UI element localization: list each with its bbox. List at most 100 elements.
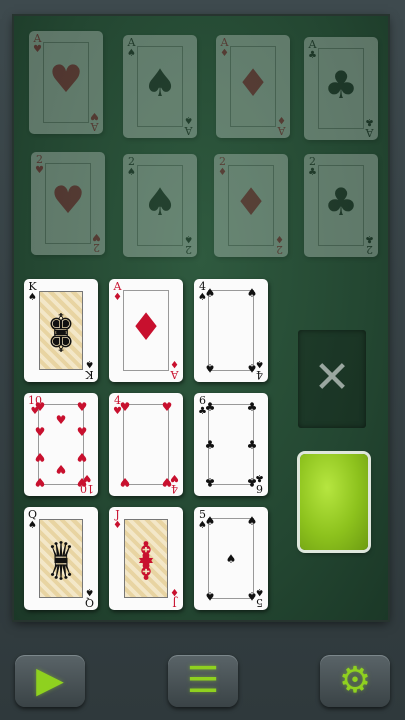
face-card-art: ♚ ♚ — [39, 291, 83, 370]
card-index-bottom: K ♠ — [85, 358, 94, 381]
suit-center-icon: ♥ — [48, 57, 84, 101]
play-button[interactable]: ▶ — [15, 655, 85, 707]
suit-icon: ♦ — [170, 586, 179, 597]
card-index-bottom: Q ♠ — [85, 586, 94, 609]
card-index-top: 2 ♦ — [218, 156, 227, 178]
card-rank: K — [85, 368, 94, 381]
suit-icon: ♠ — [184, 114, 193, 125]
face-card-art: ♝ ♝ — [124, 519, 168, 598]
card-index-bottom: 2 ♥ — [92, 231, 101, 254]
card-index-top: 2 ♣ — [308, 156, 317, 178]
card-index-bottom: A ♠ — [184, 114, 193, 137]
suit-icon: ♠ — [28, 292, 37, 303]
settings-button[interactable]: ⚙ — [320, 655, 390, 707]
card-index-top: A ♦ — [113, 281, 122, 303]
pip-area: ♠ ♠ ♠ ♠ — [205, 287, 258, 375]
menu-button[interactable]: ☰ — [168, 655, 238, 707]
suit-icon: ♦ — [113, 520, 122, 531]
grid-card-five-spades[interactable]: 5 ♠ 5 ♠ ♠ ♠ ♠ ♠ ♠ — [194, 507, 268, 610]
grid-card-ten-hearts[interactable]: 10 ♥ 10 ♥ ♥ ♥ ♥ ♥ ♥ ♥ ♥ ♥ ♥ ♥ — [24, 393, 98, 496]
suit-center-icon: ♠ — [142, 61, 178, 105]
card-rank: A — [365, 126, 374, 139]
suit-pip-icon: ♥ — [119, 400, 131, 414]
suit-pip-icon: ♣ — [204, 400, 216, 414]
suit-pip-icon: ♥ — [76, 424, 88, 439]
suit-pip-icon: ♠ — [246, 286, 258, 300]
grid-card-four-spades[interactable]: 4 ♠ 4 ♠ ♠ ♠ ♠ ♠ — [194, 279, 268, 382]
suit-pip-icon: ♥ — [76, 450, 88, 465]
suit-pip-icon: ♥ — [161, 400, 173, 414]
suit-pip-icon: ♣ — [204, 475, 216, 489]
suit-icon: ♦ — [218, 167, 227, 178]
card-index-top: 2 ♥ — [35, 154, 44, 176]
pip-area: ♣ ♣ ♣ ♣ ♣ ♣ — [205, 401, 258, 489]
face-figure-icon: ♛ — [47, 550, 75, 585]
suit-icon: ♠ — [85, 358, 94, 369]
card-index-bottom: 2 ♠ — [184, 233, 193, 256]
card-rank: A — [90, 120, 99, 133]
suit-pip-icon: ♣ — [204, 437, 216, 452]
grid-card-four-hearts[interactable]: 4 ♥ 4 ♥ ♥ ♥ ♥ ♥ — [109, 393, 183, 496]
card-index-bottom: 2 ♦ — [275, 233, 284, 256]
pip-area: ♠ ♠ ♠ ♠ ♠ — [205, 515, 258, 603]
grid-card-six-clubs[interactable]: 6 ♣ 6 ♣ ♣ ♣ ♣ ♣ ♣ ♣ — [194, 393, 268, 496]
grid-card-ace-diamonds[interactable]: A ♦ A ♦ ♦ — [109, 279, 183, 382]
suit-icon: ♠ — [85, 586, 94, 597]
suit-icon: ♣ — [308, 167, 317, 178]
face-figure-icon: ♚ — [47, 322, 75, 357]
close-icon: ✕ — [313, 352, 351, 403]
suit-pip-icon: ♠ — [204, 514, 216, 528]
suit-icon: ♣ — [308, 50, 317, 61]
grid-card-jack-diamonds[interactable]: J ♦ J ♦ ♝ ♝ — [109, 507, 183, 610]
grid-card-king-spades[interactable]: K ♠ K ♠ ♚ ♚ — [24, 279, 98, 382]
suit-pip-icon: ♠ — [204, 589, 216, 603]
card-rank: J — [172, 596, 177, 609]
card-index-top: 2 ♠ — [127, 156, 136, 178]
gear-icon: ⚙ — [338, 660, 372, 701]
target-slot-clubs[interactable]: 2 ♣ 2 ♣ ♣ — [304, 154, 378, 257]
suit-icon: ♦ — [275, 233, 284, 244]
suit-icon: ♦ — [113, 292, 122, 303]
card-index-top: A ♠ — [127, 37, 136, 59]
card-index-bottom: A ♣ — [365, 116, 374, 139]
suit-icon: ♠ — [127, 167, 136, 178]
suit-icon: ♦ — [277, 114, 286, 125]
discard-slot[interactable]: ✕ — [298, 330, 366, 428]
suit-icon: ♥ — [92, 231, 101, 242]
suit-pip-icon: ♠ — [225, 551, 237, 566]
card-index-top: A ♦ — [220, 37, 229, 59]
card-index-bottom: A ♦ — [170, 358, 179, 381]
suit-pip-icon: ♠ — [246, 589, 258, 603]
suit-icon: ♦ — [170, 358, 179, 369]
card-rank: 2 — [366, 243, 374, 256]
card-index-top: K ♠ — [28, 281, 37, 303]
foundation-slot-clubs[interactable]: A ♣ A ♣ ♣ — [304, 37, 378, 140]
suit-icon: ♥ — [90, 110, 99, 121]
suit-pip-icon: ♥ — [34, 475, 46, 489]
target-slot-spades[interactable]: 2 ♠ 2 ♠ ♠ — [123, 154, 197, 257]
foundation-slot-diamonds[interactable]: A ♦ A ♦ ♦ — [216, 35, 290, 138]
card-index-bottom: A ♦ — [277, 114, 286, 137]
pip-area: ♥ ♥ ♥ ♥ ♥ ♥ ♥ ♥ ♥ ♥ — [35, 401, 88, 489]
target-slot-diamonds[interactable]: 2 ♦ 2 ♦ ♦ — [214, 154, 288, 257]
card-rank: 2 — [93, 241, 101, 254]
face-card-art: ♛ ♛ — [39, 519, 83, 598]
face-figure-icon: ♝ — [132, 550, 160, 585]
suit-pip-icon: ♥ — [119, 475, 131, 489]
target-slot-hearts[interactable]: 2 ♥ 2 ♥ ♥ — [31, 152, 105, 255]
suit-pip-icon: ♠ — [246, 514, 258, 528]
card-index-top: A ♥ — [33, 33, 42, 55]
foundation-slot-hearts[interactable]: A ♥ A ♥ ♥ — [29, 31, 103, 134]
suit-icon: ♦ — [220, 48, 229, 59]
card-index-top: J ♦ — [113, 509, 122, 531]
draw-deck[interactable] — [300, 454, 368, 550]
suit-center-icon: ♦ — [128, 305, 164, 349]
suit-pip-icon: ♣ — [246, 437, 258, 452]
foundation-slot-spades[interactable]: A ♠ A ♠ ♠ — [123, 35, 197, 138]
grid-card-queen-spades[interactable]: Q ♠ Q ♠ ♛ ♛ — [24, 507, 98, 610]
suit-pip-icon: ♥ — [34, 400, 46, 414]
suit-pip-icon: ♠ — [204, 361, 216, 375]
suit-pip-icon: ♠ — [246, 361, 258, 375]
suit-pip-icon: ♥ — [76, 400, 88, 414]
suit-icon: ♥ — [33, 44, 42, 55]
